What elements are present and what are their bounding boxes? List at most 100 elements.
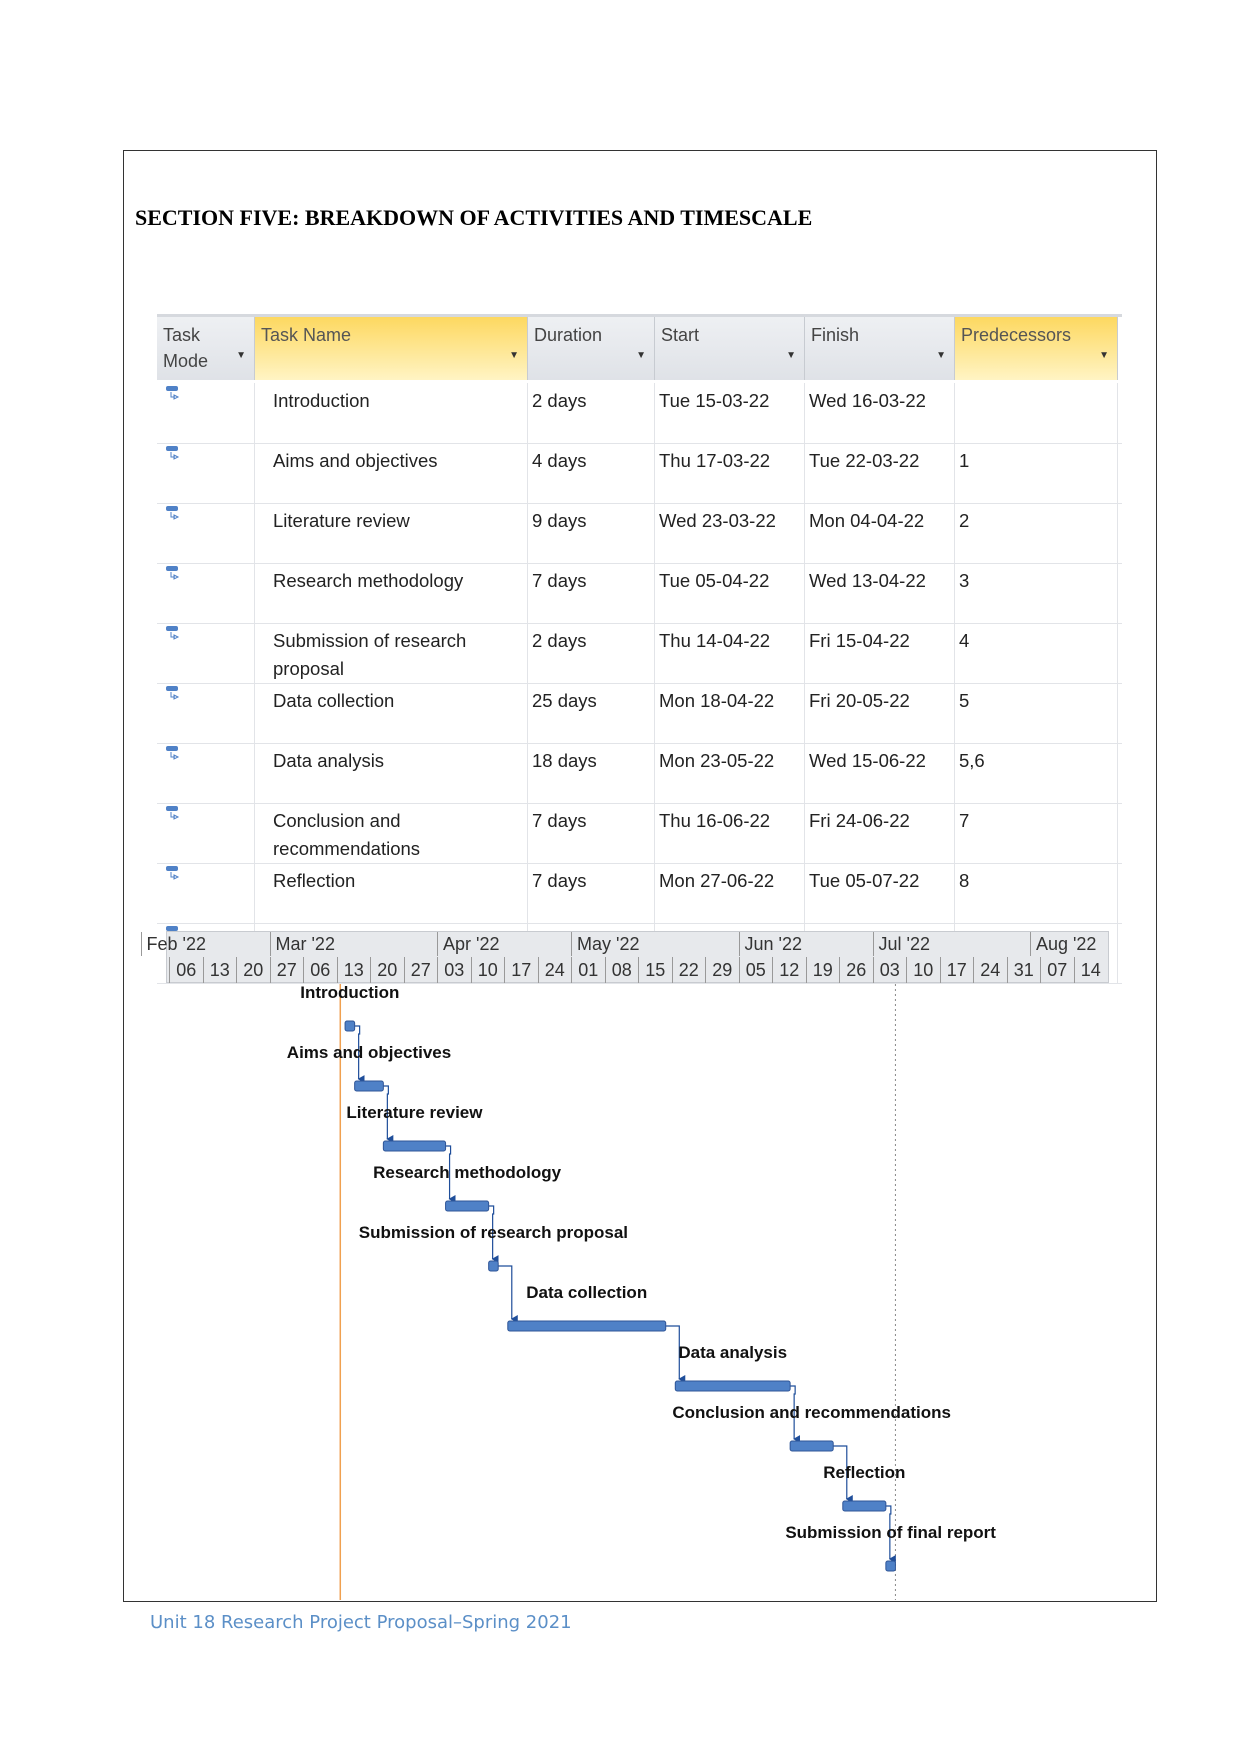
cell-pred: 4: [955, 623, 1118, 683]
timeline-week: 06: [303, 957, 337, 983]
page-footer: Unit 18 Research Project Proposal–Spring…: [150, 1612, 572, 1633]
cell-duration: 7 days: [528, 563, 655, 623]
table-row[interactable]: Data analysis 18 days Mon 23-05-22 Wed 15-0…: [157, 743, 1122, 804]
cell-finish: Wed 16-03-22: [805, 383, 955, 443]
timeline-month: Jun '22: [738, 932, 802, 956]
table-row[interactable]: Introduction 2 days Tue 15-03-22 Wed 16-03-…: [157, 383, 1122, 444]
task-mode-cell: [157, 863, 255, 923]
table-row[interactable]: Literature review 9 days Wed 23-03-22 Mon 0…: [157, 503, 1122, 564]
task-mode-cell: [157, 743, 255, 803]
cell-start: Mon 27-06-22: [655, 863, 805, 923]
timeline-week: 19: [805, 957, 840, 983]
auto-scheduled-task-icon: [166, 566, 180, 580]
cell-pred: [955, 383, 1118, 443]
auto-scheduled-task-icon: [166, 866, 180, 880]
timeline-week: 08: [604, 957, 639, 983]
cell-name: Data collection: [255, 683, 528, 743]
cell-start: Wed 23-03-22: [655, 503, 805, 563]
timeline-week: 20: [370, 957, 404, 983]
column-header-label: Duration: [534, 325, 603, 345]
cell-pred: 1: [955, 443, 1118, 503]
dropdown-arrow-icon[interactable]: ▼: [936, 343, 946, 369]
column-header-label: Start: [661, 325, 700, 345]
column-header-label: Task Name: [261, 325, 352, 345]
cell-pred: 2: [955, 503, 1118, 563]
auto-scheduled-task-icon: [166, 386, 180, 400]
cell-start: Thu 17-03-22: [655, 443, 805, 503]
cell-pred: 3: [955, 563, 1118, 623]
timeline-month: Mar '22: [269, 932, 335, 956]
dropdown-arrow-icon[interactable]: ▼: [509, 343, 519, 369]
cell-name: Introduction: [255, 383, 528, 443]
cell-finish: Tue 22-03-22: [805, 443, 955, 503]
timeline-month: Apr '22: [437, 932, 499, 956]
task-mode-cell: [157, 683, 255, 743]
column-header-start[interactable]: Start ▼: [655, 317, 805, 380]
cell-name: Submission of research proposal: [255, 623, 528, 683]
column-header-label: Predecessors: [961, 325, 1072, 345]
timeline-week: 15: [638, 957, 672, 983]
timeline-week: 13: [336, 957, 371, 983]
document-page: SECTION FIVE: BREAKDOWN OF ACTIVITIES AN…: [0, 0, 1241, 1754]
cell-name: Conclusion and recommendations: [255, 803, 528, 863]
timeline-month: May '22: [571, 932, 639, 956]
cell-pred: 7: [955, 803, 1118, 863]
table-row[interactable]: Reflection 7 days Mon 27-06-22 Tue 05-07-22…: [157, 863, 1122, 924]
timeline-week: 03: [437, 957, 471, 983]
cell-finish: Mon 04-04-22: [805, 503, 955, 563]
cell-name: Aims and objectives: [255, 443, 528, 503]
table-row[interactable]: Data collection 25 days Mon 18-04-22 Fri 20…: [157, 683, 1122, 744]
cell-duration: 4 days: [528, 443, 655, 503]
cell-duration: 18 days: [528, 743, 655, 803]
column-header-pred[interactable]: Predecessors ▼: [955, 317, 1118, 380]
column-header-duration[interactable]: Duration ▼: [528, 317, 655, 380]
dropdown-arrow-icon[interactable]: ▼: [786, 343, 796, 369]
timeline-week: 24: [973, 957, 1007, 983]
task-mode-cell: [157, 503, 255, 563]
dropdown-arrow-icon[interactable]: ▼: [1099, 343, 1109, 369]
timeline-week: 29: [705, 957, 739, 983]
column-header-label: Finish: [811, 325, 860, 345]
column-header-label: Task Mode: [163, 325, 209, 371]
dropdown-arrow-icon[interactable]: ▼: [636, 343, 646, 369]
timeline-week: 27: [269, 957, 304, 983]
cell-finish: Wed 15-06-22: [805, 743, 955, 803]
cell-pred: 8: [955, 863, 1118, 923]
timeline-week: 06: [169, 957, 203, 983]
cell-finish: Wed 13-04-22: [805, 563, 955, 623]
table-row[interactable]: Research methodology 7 days Tue 05-04-22 We…: [157, 563, 1122, 624]
cell-start: Tue 15-03-22: [655, 383, 805, 443]
dropdown-arrow-icon[interactable]: ▼: [236, 343, 246, 369]
table-row[interactable]: Conclusion and recommendations 7 days Thu …: [157, 803, 1122, 864]
task-mode-cell: [157, 383, 255, 443]
table-row[interactable]: Aims and objectives 4 days Thu 17-03-22 Tue…: [157, 443, 1122, 504]
timeline-week: 22: [671, 957, 706, 983]
timeline-week: 03: [872, 957, 907, 983]
timeline-week: 10: [906, 957, 940, 983]
timeline-week: 26: [839, 957, 873, 983]
timeline-week: 05: [738, 957, 773, 983]
cell-finish: Fri 24-06-22: [805, 803, 955, 863]
cell-finish: Fri 15-04-22: [805, 623, 955, 683]
timeline-week: 20: [236, 957, 270, 983]
timeline-week: 17: [504, 957, 538, 983]
cell-start: Thu 14-04-22: [655, 623, 805, 683]
task-mode-cell: [157, 563, 255, 623]
task-mode-cell: [157, 443, 255, 503]
auto-scheduled-task-icon: [166, 806, 180, 820]
cell-duration: 7 days: [528, 863, 655, 923]
timeline-week: 24: [537, 957, 572, 983]
column-header-name[interactable]: Task Name ▼: [255, 317, 528, 380]
auto-scheduled-task-icon: [166, 626, 180, 640]
column-header-mode[interactable]: Task Mode ▼: [157, 317, 255, 380]
cell-duration: 2 days: [528, 383, 655, 443]
cell-duration: 7 days: [528, 803, 655, 863]
cell-finish: Fri 20-05-22: [805, 683, 955, 743]
task-mode-cell: [157, 803, 255, 863]
cell-start: Tue 05-04-22: [655, 563, 805, 623]
column-header-finish[interactable]: Finish ▼: [805, 317, 955, 380]
table-row[interactable]: Submission of research proposal 2 days Thu…: [157, 623, 1122, 684]
cell-start: Mon 23-05-22: [655, 743, 805, 803]
cell-duration: 9 days: [528, 503, 655, 563]
timeline-week: 10: [470, 957, 505, 983]
